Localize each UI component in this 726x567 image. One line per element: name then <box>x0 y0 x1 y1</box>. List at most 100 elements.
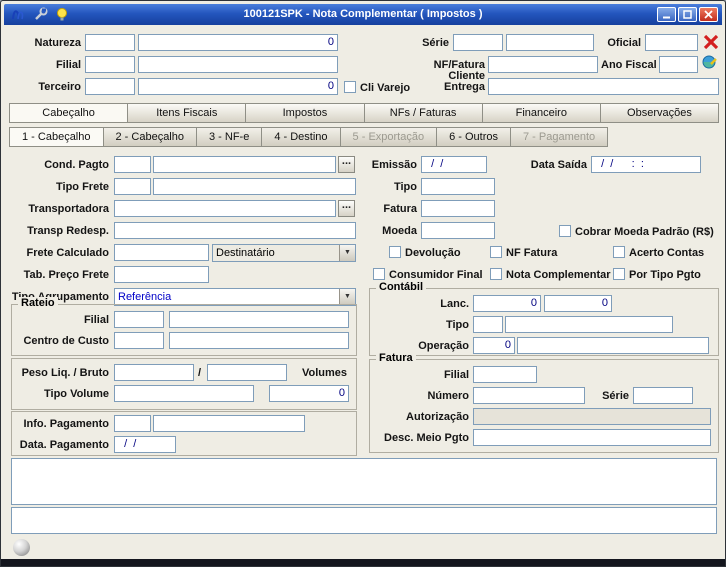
tab-itens-fiscais[interactable]: Itens Fiscais <box>128 103 246 123</box>
nf-fatura-checkbox[interactable] <box>490 246 502 258</box>
serie-label: Série <box>399 36 449 50</box>
data-saida-label: Data Saída <box>499 158 587 172</box>
volumes-label: Volumes <box>289 366 347 380</box>
tab-financeiro[interactable]: Financeiro <box>483 103 601 123</box>
peso-bruto-field[interactable] <box>207 364 287 381</box>
consumidor-final-label: Consumidor Final <box>389 268 489 282</box>
cliente-entrega-label: ClienteEntrega <box>397 71 485 95</box>
fatura-filial-label: Filial <box>359 368 469 382</box>
tipo-frete-code-field[interactable] <box>114 178 151 195</box>
tipo-label: Tipo <box>337 180 417 194</box>
contabil-group-title: Contábil <box>376 281 426 293</box>
filial-desc-field[interactable] <box>138 56 338 73</box>
centro-custo-desc-field[interactable] <box>169 332 349 349</box>
edit-globe-icon[interactable] <box>702 54 718 70</box>
por-tipo-pgto-label: Por Tipo Pgto <box>629 268 719 282</box>
bulb-icon[interactable] <box>55 7 69 22</box>
peso-liq-field[interactable] <box>114 364 194 381</box>
close-button[interactable] <box>699 7 718 22</box>
ano-fiscal-field[interactable] <box>659 56 698 73</box>
maximize-button[interactable] <box>678 7 697 22</box>
fatura-label: Fatura <box>337 202 417 216</box>
numero-label: Número <box>359 389 469 403</box>
autorizacao-label: Autorização <box>359 410 469 424</box>
terceiro-value-field[interactable]: 0 <box>138 78 338 95</box>
transportadora-label: Transportadora <box>1 202 109 216</box>
fatura-filial-field[interactable] <box>473 366 537 383</box>
cobrar-moeda-checkbox[interactable] <box>559 225 571 237</box>
operacao-desc-field[interactable] <box>517 337 709 354</box>
emissao-field[interactable]: / / <box>421 156 487 173</box>
window-title: 100121SPK - Nota Complementar ( Impostos… <box>4 8 722 20</box>
chevron-down-icon[interactable] <box>339 289 355 305</box>
subtab-3-nfe[interactable]: 3 - NF-e <box>197 127 262 147</box>
natureza-value-field[interactable]: 0 <box>138 34 338 51</box>
transportadora-field[interactable] <box>114 200 336 217</box>
frete-calculado-field[interactable] <box>114 244 209 261</box>
cond-pagto-code-field[interactable] <box>114 156 151 173</box>
subtab-2-cabecalho[interactable]: 2 - Cabeçalho <box>104 127 198 147</box>
autorizacao-field <box>473 408 711 425</box>
frete-calculado-combo[interactable]: Destinatário <box>212 244 356 262</box>
numero-field[interactable] <box>473 387 585 404</box>
subtab-6-outros[interactable]: 6 - Outros <box>437 127 511 147</box>
notes-area-1[interactable] <box>11 458 717 505</box>
natureza-code-field[interactable] <box>85 34 135 51</box>
tab-impostos[interactable]: Impostos <box>246 103 364 123</box>
fatura-field[interactable] <box>421 200 495 217</box>
data-saida-field[interactable]: / / : : <box>591 156 701 173</box>
wrench-icon[interactable] <box>33 7 48 22</box>
cli-varejo-checkbox[interactable] <box>344 81 356 93</box>
rateio-filial-code-field[interactable] <box>114 311 164 328</box>
subtab-4-destino[interactable]: 4 - Destino <box>262 127 340 147</box>
transp-redesp-field[interactable] <box>114 222 356 239</box>
title-bar[interactable]: 100121SPK - Nota Complementar ( Impostos… <box>4 4 722 25</box>
info-pagamento-desc-field[interactable] <box>153 415 305 432</box>
filial-label: Filial <box>1 58 81 72</box>
operacao-code-field[interactable]: 0 <box>473 337 515 354</box>
nf-fatura-field[interactable] <box>488 56 598 73</box>
status-sphere-icon <box>13 539 30 556</box>
cliente-entrega-field[interactable] <box>488 78 719 95</box>
serie-code-field[interactable] <box>453 34 503 51</box>
consumidor-final-checkbox[interactable] <box>373 268 385 280</box>
operacao-label: Operação <box>389 339 469 353</box>
tab-cabecalho[interactable]: Cabeçalho <box>9 103 128 123</box>
info-pagamento-code-field[interactable] <box>114 415 151 432</box>
acerto-contas-checkbox[interactable] <box>613 246 625 258</box>
desc-meio-pgto-field[interactable] <box>473 429 711 446</box>
por-tipo-pgto-checkbox[interactable] <box>613 268 625 280</box>
rateio-filial-desc-field[interactable] <box>169 311 349 328</box>
tab-nfs-faturas[interactable]: NFs / Faturas <box>365 103 483 123</box>
tipo-volume-field[interactable] <box>114 385 254 402</box>
fatura-serie-field[interactable] <box>633 387 693 404</box>
serie-desc-field[interactable] <box>506 34 594 51</box>
centro-custo-label: Centro de Custo <box>1 334 109 348</box>
oficial-field[interactable] <box>645 34 698 51</box>
data-pagamento-field[interactable]: / / <box>114 436 176 453</box>
terceiro-code-field[interactable] <box>85 78 135 95</box>
contabil-tipo-code-field[interactable] <box>473 316 503 333</box>
nota-complementar-checkbox[interactable] <box>490 268 502 280</box>
lanc-field-2[interactable]: 0 <box>544 295 612 312</box>
tipo-field[interactable] <box>421 178 495 195</box>
moeda-field[interactable] <box>421 222 495 239</box>
subtab-5-exportacao: 5 - Exportação <box>341 127 438 147</box>
contabil-tipo-desc-field[interactable] <box>505 316 673 333</box>
tipo-frete-desc-field[interactable] <box>153 178 356 195</box>
minimize-button[interactable] <box>657 7 676 22</box>
nf-fatura-check-label: NF Fatura <box>506 246 586 260</box>
filial-code-field[interactable] <box>85 56 135 73</box>
notes-area-2[interactable] <box>11 507 717 534</box>
chevron-down-icon[interactable] <box>339 245 355 261</box>
tab-observacoes[interactable]: Observações <box>601 103 719 123</box>
devolucao-checkbox[interactable] <box>389 246 401 258</box>
acerto-contas-label: Acerto Contas <box>629 246 719 260</box>
lanc-field-1[interactable]: 0 <box>473 295 541 312</box>
cond-pagto-desc-field[interactable] <box>153 156 336 173</box>
centro-custo-code-field[interactable] <box>114 332 164 349</box>
subtab-1-cabecalho[interactable]: 1 - Cabeçalho <box>9 127 104 147</box>
tab-preco-frete-field[interactable] <box>114 266 209 283</box>
volumes-value-field[interactable]: 0 <box>269 385 349 402</box>
cancel-red-x-icon[interactable] <box>702 33 720 51</box>
